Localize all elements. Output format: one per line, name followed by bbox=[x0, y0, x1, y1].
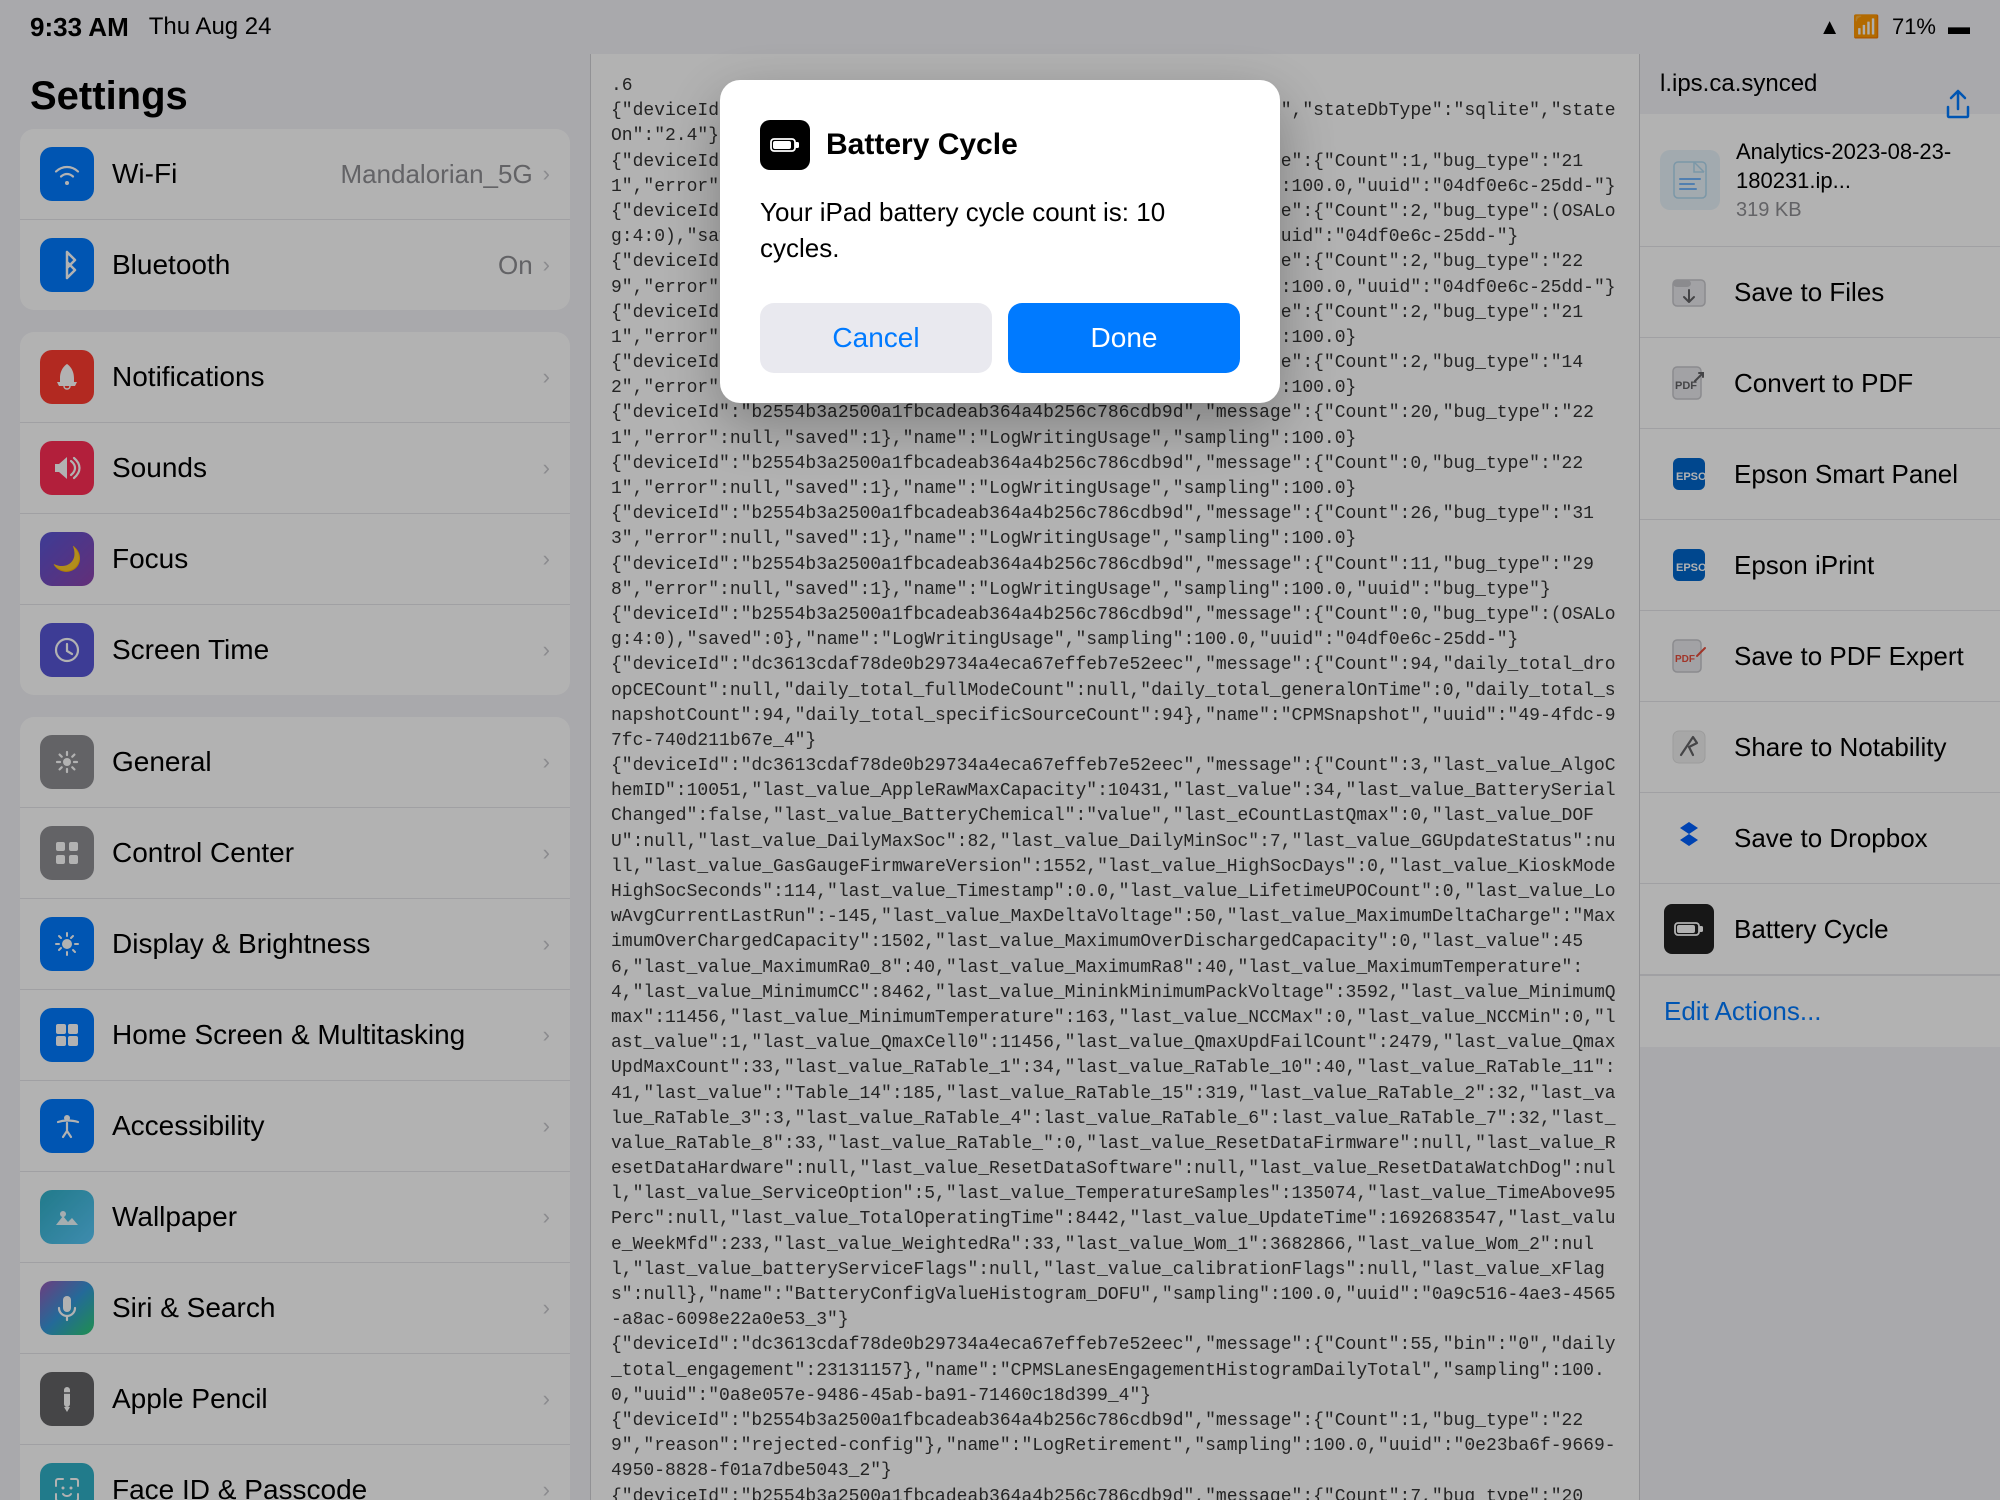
modal-title: Battery Cycle bbox=[826, 128, 1018, 162]
modal-body: Your iPad battery cycle count is: 10 cyc… bbox=[760, 194, 1240, 267]
modal-header: Battery Cycle bbox=[760, 120, 1240, 170]
modal-icon bbox=[760, 120, 810, 170]
modal-done-button[interactable]: Done bbox=[1008, 303, 1240, 373]
modal-box: Battery Cycle Your iPad battery cycle co… bbox=[720, 80, 1280, 403]
modal-buttons: Cancel Done bbox=[760, 303, 1240, 373]
modal-overlay: Battery Cycle Your iPad battery cycle co… bbox=[0, 0, 2000, 1500]
modal-cancel-button[interactable]: Cancel bbox=[760, 303, 992, 373]
